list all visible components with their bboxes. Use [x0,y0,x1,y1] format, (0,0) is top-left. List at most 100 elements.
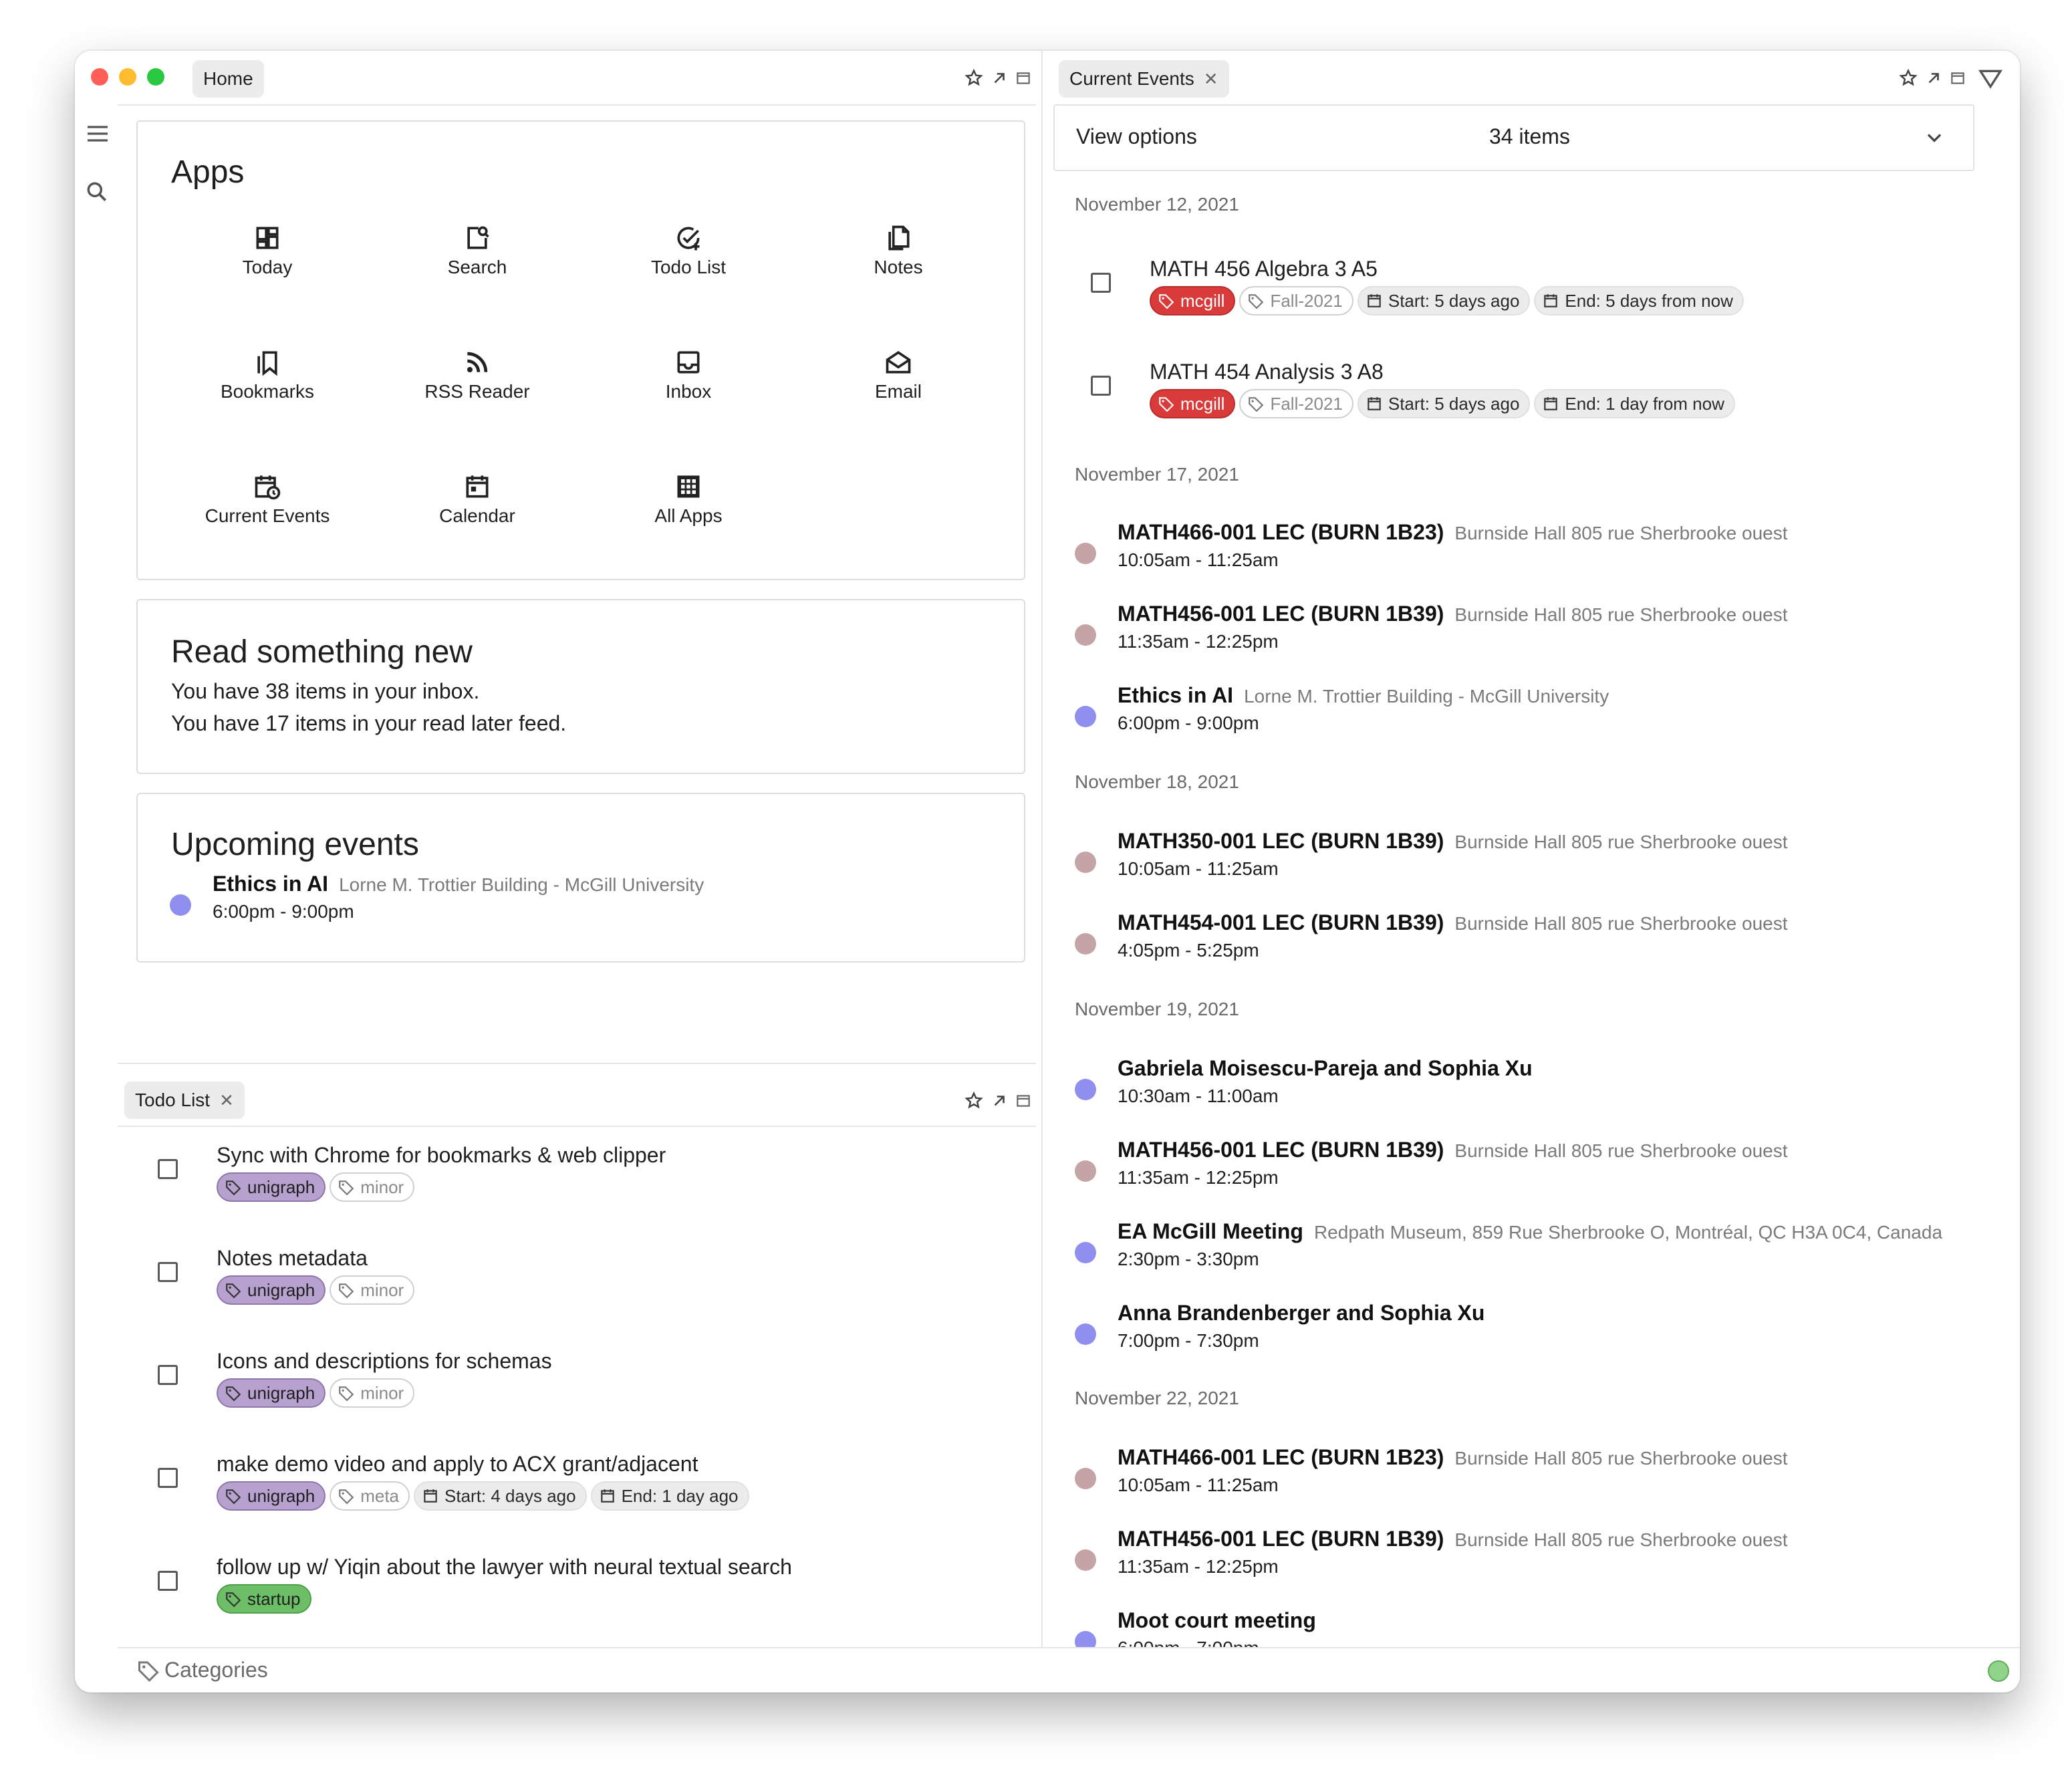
tag-chip[interactable]: unigraph [217,1481,326,1511]
maximize-icon[interactable] [1949,70,1966,87]
end-date-chip[interactable]: End: 1 day ago [590,1481,749,1511]
todo-title[interactable]: Notes metadata [217,1246,368,1271]
task-checkbox[interactable] [1091,376,1111,396]
apps-title: Apps [171,154,245,190]
maximize-icon[interactable] [1015,70,1032,87]
tag-chip[interactable]: Fall-2021 [1239,389,1353,418]
event-location: Lorne M. Trottier Building - McGill Univ… [339,874,704,895]
event-location: Burnside Hall 805 rue Sherbrooke ouest [1454,1529,1788,1550]
tag-chip[interactable]: mcgill [1150,389,1236,418]
app-bookmarks[interactable]: Bookmarks [167,348,368,402]
filter-icon[interactable] [1977,66,2004,92]
todo-title[interactable]: Icons and descriptions for schemas [217,1349,552,1374]
star-add-icon[interactable] [964,1091,984,1111]
event-color-dot [1075,1160,1096,1182]
read-card: Read something new You have 38 items in … [136,599,1025,774]
connection-status-indicator [1988,1660,2009,1682]
tag-chip[interactable]: minor [330,1172,415,1202]
event-name: Ethics in AI [213,872,329,896]
todo-checkbox[interactable] [158,1468,178,1488]
tag-icon [225,1384,242,1402]
pop-out-icon[interactable] [991,1092,1008,1110]
event-name: MATH466-001 LEC (BURN 1B23) [1118,1445,1444,1469]
tag-icon [225,1590,242,1608]
event-location: Burnside Hall 805 rue Sherbrooke ouest [1454,523,1788,543]
pop-out-icon[interactable] [1925,70,1942,87]
app-calendar[interactable]: Calendar [377,472,577,527]
minimize-window-button[interactable] [119,68,136,86]
calendar-icon [422,1487,439,1505]
dashboard-icon [253,223,282,253]
app-inbox[interactable]: Inbox [588,348,789,402]
todo-checkbox[interactable] [158,1365,178,1385]
tag-chip[interactable]: unigraph [217,1172,326,1202]
app-notes[interactable]: Notes [798,223,999,278]
todo-title[interactable]: Sync with Chrome for bookmarks & web cli… [217,1143,666,1168]
app-current-events[interactable]: Current Events [167,472,368,527]
event-color-dot [1075,1079,1096,1100]
task-checkbox[interactable] [1091,273,1111,293]
app-email[interactable]: Email [798,348,999,402]
event-time: 6:00pm - 9:00pm [213,901,354,922]
tab-home-label: Home [203,68,253,89]
tag-chip[interactable]: startup [217,1584,311,1614]
read-title: Read something new [171,634,473,670]
event-time: 2:30pm - 3:30pm [1118,1249,1259,1269]
tag-chip[interactable]: unigraph [217,1378,326,1408]
event-color-dot [1075,852,1096,873]
tag-chip[interactable]: Fall-2021 [1239,286,1353,315]
tag-icon [338,1178,355,1196]
app-todo-list[interactable]: Todo List [588,223,789,278]
todo-checkbox[interactable] [158,1262,178,1282]
tag-chip[interactable]: minor [330,1275,415,1305]
event-location: Burnside Hall 805 rue Sherbrooke ouest [1454,1140,1788,1161]
tag-chip[interactable]: meta [330,1481,410,1511]
end-date-chip[interactable]: End: 5 days from now [1534,286,1744,315]
task-title[interactable]: MATH 454 Analysis 3 A8 [1150,360,1384,384]
view-options-bar[interactable]: View options 34 items [1053,104,1974,171]
app-today[interactable]: Today [167,223,368,278]
search-icon[interactable] [84,179,110,205]
todo-title[interactable]: follow up w/ Yiqin about the lawyer with… [217,1555,792,1579]
window-controls [91,68,164,86]
todo-checkbox[interactable] [158,1571,178,1591]
tag-icon [1158,292,1175,309]
tab-home[interactable]: Home [192,60,264,98]
event-name: Moot court meeting [1118,1608,1316,1632]
event-name: MATH466-001 LEC (BURN 1B23) [1118,520,1444,544]
calendar-icon [463,472,492,501]
inbox-count-text: You have 38 items in your inbox. [171,679,480,703]
todo-checkbox[interactable] [158,1159,178,1179]
task-title[interactable]: MATH 456 Algebra 3 A5 [1150,257,1378,281]
app-rss-reader[interactable]: RSS Reader [377,348,577,402]
menu-icon[interactable] [84,120,111,147]
tab-todo-list[interactable]: Todo List ✕ [124,1082,245,1119]
zoom-window-button[interactable] [147,68,164,86]
start-date-chip[interactable]: Start: 5 days ago [1357,286,1531,315]
pop-out-icon[interactable] [991,70,1008,87]
categories-button[interactable]: Categories [136,1658,268,1682]
event-color-dot [1075,543,1096,564]
chevron-down-icon[interactable] [1922,126,1946,150]
tag-chip[interactable]: mcgill [1150,286,1236,315]
start-date-chip[interactable]: Start: 4 days ago [414,1481,587,1511]
close-icon[interactable]: ✕ [1204,69,1218,90]
close-window-button[interactable] [91,68,108,86]
app-search[interactable]: Search [377,223,577,278]
star-add-icon[interactable] [964,68,984,88]
end-date-chip[interactable]: End: 1 day from now [1534,389,1735,418]
todo-title[interactable]: make demo video and apply to ACX grant/a… [217,1452,698,1477]
calendar-icon [1542,395,1559,412]
todo-panel-tools [964,1091,1032,1111]
close-icon[interactable]: ✕ [219,1090,234,1111]
maximize-icon[interactable] [1015,1092,1032,1110]
tag-chip[interactable]: minor [330,1378,415,1408]
star-add-icon[interactable] [1898,68,1918,88]
tag-chip[interactable]: unigraph [217,1275,326,1305]
tab-current-events[interactable]: Current Events ✕ [1059,60,1229,98]
item-count: 34 items [1489,124,1570,148]
read-later-count-text: You have 17 items in your read later fee… [171,711,567,735]
app-all-apps[interactable]: All Apps [588,472,789,527]
home-panel-tools [964,68,1032,88]
start-date-chip[interactable]: Start: 5 days ago [1357,389,1531,418]
